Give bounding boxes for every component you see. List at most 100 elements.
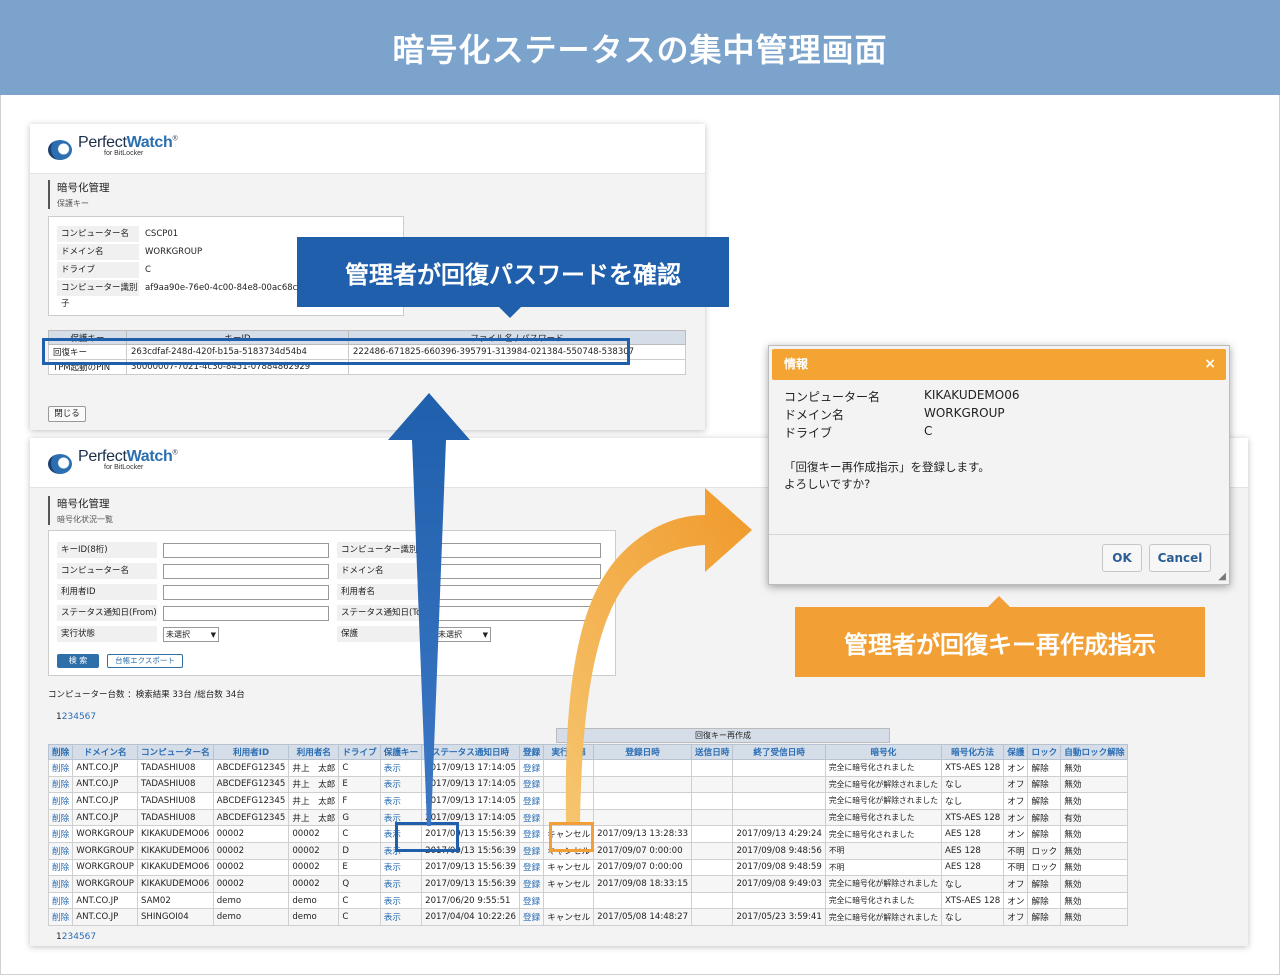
table-cell: ABCDEFG12345	[212, 792, 290, 810]
register-link[interactable]: 登録	[518, 841, 545, 860]
protection-select[interactable]: 未選択	[435, 626, 491, 642]
table-cell: 無効	[1060, 841, 1129, 860]
show-key-link[interactable]: 表示	[379, 759, 423, 777]
delete-link[interactable]: 削除	[47, 825, 74, 843]
table-cell: なし	[940, 775, 1005, 794]
col-header: 削除	[47, 744, 74, 760]
delete-link[interactable]: 削除	[47, 908, 74, 926]
table-cell	[543, 891, 595, 910]
show-key-link[interactable]: 表示	[379, 858, 423, 877]
computer-id-input[interactable]	[435, 542, 601, 558]
form-row: コンピューター識別子	[337, 541, 601, 559]
table-row: 削除 WORKGROUP KIKAKUDEMO06 00002 00002 Q 表示 2017…	[47, 875, 1129, 893]
close-icon[interactable]: ×	[1204, 349, 1216, 380]
table-cell	[691, 775, 734, 794]
table-cell: 不明	[1003, 858, 1029, 877]
show-key-link[interactable]: 表示	[379, 908, 423, 926]
table-cell: 2017/05/23 3:59:41	[732, 908, 826, 926]
show-key-link[interactable]: 表示	[379, 792, 423, 810]
date-from-input[interactable]	[163, 605, 329, 621]
dialog-title-bar: 情報 ×	[772, 349, 1226, 380]
close-button[interactable]: 閉じる	[48, 406, 86, 422]
table-cell: XTS-AES 128	[940, 891, 1005, 910]
resize-grip-icon[interactable]: ◢	[1218, 571, 1226, 582]
show-key-link[interactable]: 表示	[379, 875, 423, 893]
banner: 暗号化ステータスの集中管理画面	[0, 0, 1280, 95]
table-cell: 2017/04/04 10:22:26	[421, 908, 520, 926]
search-button[interactable]: 検 索	[57, 654, 99, 668]
register-link[interactable]: 登録	[518, 808, 545, 827]
col-header: 保護キー	[379, 744, 423, 760]
page-link[interactable]: 7	[90, 712, 96, 722]
banner-title: 暗号化ステータスの集中管理画面	[392, 30, 888, 69]
col-header: 送信日時	[691, 744, 734, 760]
domain-input[interactable]	[435, 563, 601, 579]
form-row: ステータス通知日(From)	[57, 604, 329, 622]
table-cell	[691, 792, 734, 810]
table-cell: demo	[212, 908, 290, 926]
delete-link[interactable]: 削除	[47, 858, 74, 877]
col-header: ステータス通知日時	[421, 744, 520, 760]
delete-link[interactable]: 削除	[47, 775, 74, 794]
table-cell: AES 128	[940, 841, 1005, 860]
table-cell	[691, 891, 734, 910]
key-id-input[interactable]	[163, 542, 329, 558]
date-to-input[interactable]	[435, 605, 601, 621]
delete-link[interactable]: 削除	[47, 875, 74, 893]
form-row: 利用者ID	[57, 583, 329, 601]
computer-name-input[interactable]	[163, 563, 329, 579]
register-link[interactable]: 登録	[518, 759, 545, 777]
register-link[interactable]: 登録	[518, 875, 545, 893]
table-row: 削除 ANT.CO.JP SHINGOI04 demo demo C 表示 2017/04/0…	[47, 908, 1129, 926]
cancel-button[interactable]: Cancel	[1149, 544, 1211, 572]
table-cell: KIKAKUDEMO06	[136, 858, 214, 877]
show-key-link[interactable]: 表示	[379, 891, 423, 910]
export-button[interactable]: 台帳エクスポート	[107, 654, 183, 668]
table-row: 削除 ANT.CO.JP TADASHIU08 ABCDEFG12345 井上 太郎 E 表…	[47, 775, 1129, 794]
register-link[interactable]: 登録	[518, 891, 545, 910]
user-id-input[interactable]	[163, 584, 329, 600]
table-cell: 2017/09/13 17:14:05	[421, 792, 520, 810]
table-cell: ANT.CO.JP	[72, 891, 138, 910]
delete-link[interactable]: 削除	[47, 891, 74, 910]
table-cell: なし	[940, 875, 1005, 893]
table-cell: 2017/09/08 9:49:03	[732, 875, 826, 893]
table-cell: XTS-AES 128	[940, 759, 1005, 777]
table-cell: 完全に暗号化されました	[824, 825, 943, 843]
delete-link[interactable]: 削除	[47, 808, 74, 827]
table-cell	[691, 875, 734, 893]
table-cell: オン	[1003, 808, 1029, 827]
show-key-link[interactable]: 表示	[379, 775, 423, 794]
col-header: ロック	[1027, 744, 1062, 760]
table-cell: 2017/09/07 0:00:00	[593, 841, 693, 860]
table-cell	[732, 775, 826, 794]
table-cell	[593, 775, 693, 794]
page-link[interactable]: 7	[90, 932, 96, 942]
table-cell: 無効	[1060, 825, 1129, 843]
table-cell: オフ	[1003, 875, 1029, 893]
table-cell: 無効	[1060, 759, 1129, 777]
recovery-key-group-header: 回復キー再作成	[556, 728, 890, 743]
register-link[interactable]: 登録	[518, 825, 545, 843]
section-title: 暗号化管理 保護キー	[48, 180, 110, 209]
table-cell	[732, 891, 826, 910]
register-link[interactable]: 登録	[518, 792, 545, 810]
result-count: コンピューター台数 ：検索結果 33台 /総台数 34台	[48, 690, 245, 700]
delete-link[interactable]: 削除	[47, 759, 74, 777]
register-link[interactable]: 登録	[518, 908, 545, 926]
table-cell: 解除	[1027, 808, 1062, 827]
dialog-title: 情報	[784, 357, 809, 371]
ok-button[interactable]: OK	[1102, 544, 1142, 572]
info-row: ドメイン名 WORKGROUP	[57, 243, 202, 261]
table-cell: 完全に暗号化されました	[824, 808, 943, 827]
delete-link[interactable]: 削除	[47, 841, 74, 860]
user-name-input[interactable]	[435, 584, 601, 600]
table-cell: 不明	[1003, 841, 1029, 860]
table-cell: C	[338, 891, 381, 910]
table-cell: TADASHIU08	[136, 808, 214, 827]
exec-state-select[interactable]: 未選択	[163, 626, 219, 642]
table-cell: 00002	[288, 875, 340, 893]
register-link[interactable]: 登録	[518, 775, 545, 794]
register-link[interactable]: 登録	[518, 858, 545, 877]
delete-link[interactable]: 削除	[47, 792, 74, 810]
